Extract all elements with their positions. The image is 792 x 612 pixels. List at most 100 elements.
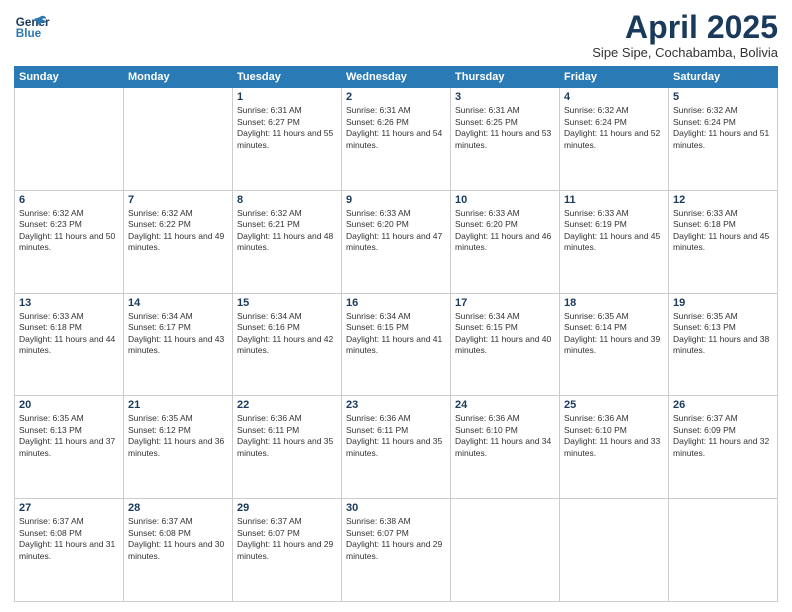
day-number: 14 [128,297,228,309]
day-number: 7 [128,194,228,206]
day-cell: 23 Sunrise: 6:36 AM Sunset: 6:11 PM Dayli… [342,396,451,499]
day-number: 3 [455,91,555,103]
day-cell: 15 Sunrise: 6:34 AM Sunset: 6:16 PM Dayli… [233,293,342,396]
day-cell [669,499,778,602]
day-number: 28 [128,502,228,514]
day-cell: 21Sunrise: 6:35 AM Sunset: 6:12 PM Dayli… [124,396,233,499]
day-cell: 25Sunrise: 6:36 AM Sunset: 6:10 PM Dayli… [560,396,669,499]
day-cell: 1 Sunrise: 6:31 AM Sunset: 6:27 PM Daylig… [233,88,342,191]
day-info: Sunrise: 6:35 AM Sunset: 6:13 PM Dayligh… [673,311,773,357]
day-cell: 17 Sunrise: 6:34 AM Sunset: 6:15 PM Dayli… [451,293,560,396]
day-cell: 29Sunrise: 6:37 AM Sunset: 6:07 PM Dayli… [233,499,342,602]
day-cell: 28Sunrise: 6:37 AM Sunset: 6:08 PM Dayli… [124,499,233,602]
day-info: Sunrise: 6:38 AM Sunset: 6:07 PM Dayligh… [346,516,446,562]
day-cell: 11 Sunrise: 6:33 AM Sunset: 6:19 PM Dayli… [560,190,669,293]
day-cell: 24 Sunrise: 6:36 AM Sunset: 6:10 PM Dayli… [451,396,560,499]
day-info: Sunrise: 6:34 AM Sunset: 6:15 PM Dayligh… [455,311,555,357]
day-number: 15 [237,297,337,309]
day-cell [560,499,669,602]
day-info: Sunrise: 6:31 AM Sunset: 6:26 PM Dayligh… [346,105,446,151]
col-sunday: Sunday [15,67,124,88]
day-info: Sunrise: 6:32 AM Sunset: 6:23 PM Dayligh… [19,208,119,254]
day-cell: 4 Sunrise: 6:32 AM Sunset: 6:24 PM Daylig… [560,88,669,191]
day-cell: 7 Sunrise: 6:32 AM Sunset: 6:22 PM Daylig… [124,190,233,293]
day-number: 22 [237,399,337,411]
day-info: Sunrise: 6:34 AM Sunset: 6:15 PM Dayligh… [346,311,446,357]
day-info: Sunrise: 6:33 AM Sunset: 6:18 PM Dayligh… [673,208,773,254]
day-cell: 10 Sunrise: 6:33 AM Sunset: 6:20 PM Dayli… [451,190,560,293]
day-number: 12 [673,194,773,206]
day-cell: 6 Sunrise: 6:32 AM Sunset: 6:23 PM Daylig… [15,190,124,293]
day-cell: 12 Sunrise: 6:33 AM Sunset: 6:18 PM Dayli… [669,190,778,293]
day-number: 23 [346,399,446,411]
day-number: 27 [19,502,119,514]
logo-icon: General Blue [14,10,50,46]
day-number: 11 [564,194,664,206]
calendar: Sunday Monday Tuesday Wednesday Thursday… [14,66,778,602]
day-info: Sunrise: 6:31 AM Sunset: 6:27 PM Dayligh… [237,105,337,151]
col-tuesday: Tuesday [233,67,342,88]
day-cell: 19 Sunrise: 6:35 AM Sunset: 6:13 PM Dayli… [669,293,778,396]
day-cell: 16 Sunrise: 6:34 AM Sunset: 6:15 PM Dayli… [342,293,451,396]
day-number: 29 [237,502,337,514]
day-number: 4 [564,91,664,103]
week-row-3: 13 Sunrise: 6:33 AM Sunset: 6:18 PM Dayli… [15,293,778,396]
day-number: 6 [19,194,119,206]
day-cell: 27Sunrise: 6:37 AM Sunset: 6:08 PM Dayli… [15,499,124,602]
day-number: 5 [673,91,773,103]
day-number: 17 [455,297,555,309]
day-number: 13 [19,297,119,309]
day-info: Sunrise: 6:34 AM Sunset: 6:17 PM Dayligh… [128,311,228,357]
day-info: Sunrise: 6:37 AM Sunset: 6:09 PM Dayligh… [673,413,773,459]
day-number: 26 [673,399,773,411]
day-info: Sunrise: 6:33 AM Sunset: 6:19 PM Dayligh… [564,208,664,254]
day-number: 10 [455,194,555,206]
week-row-2: 6 Sunrise: 6:32 AM Sunset: 6:23 PM Daylig… [15,190,778,293]
day-cell: 3 Sunrise: 6:31 AM Sunset: 6:25 PM Daylig… [451,88,560,191]
day-cell: 20 Sunrise: 6:35 AM Sunset: 6:13 PM Dayli… [15,396,124,499]
day-cell: 9Sunrise: 6:33 AM Sunset: 6:20 PM Daylig… [342,190,451,293]
week-row-1: 1 Sunrise: 6:31 AM Sunset: 6:27 PM Daylig… [15,88,778,191]
day-cell: 14 Sunrise: 6:34 AM Sunset: 6:17 PM Dayli… [124,293,233,396]
subtitle: Sipe Sipe, Cochabamba, Bolivia [592,45,778,60]
day-info: Sunrise: 6:36 AM Sunset: 6:11 PM Dayligh… [237,413,337,459]
day-cell [451,499,560,602]
week-row-5: 27Sunrise: 6:37 AM Sunset: 6:08 PM Dayli… [15,499,778,602]
day-cell: 18Sunrise: 6:35 AM Sunset: 6:14 PM Dayli… [560,293,669,396]
col-friday: Friday [560,67,669,88]
day-number: 24 [455,399,555,411]
day-number: 8 [237,194,337,206]
day-info: Sunrise: 6:34 AM Sunset: 6:16 PM Dayligh… [237,311,337,357]
day-number: 9 [346,194,446,206]
day-info: Sunrise: 6:31 AM Sunset: 6:25 PM Dayligh… [455,105,555,151]
day-number: 25 [564,399,664,411]
day-info: Sunrise: 6:36 AM Sunset: 6:11 PM Dayligh… [346,413,446,459]
day-cell [124,88,233,191]
day-cell: 2Sunrise: 6:31 AM Sunset: 6:26 PM Daylig… [342,88,451,191]
col-thursday: Thursday [451,67,560,88]
day-info: Sunrise: 6:33 AM Sunset: 6:20 PM Dayligh… [455,208,555,254]
day-info: Sunrise: 6:35 AM Sunset: 6:12 PM Dayligh… [128,413,228,459]
day-number: 30 [346,502,446,514]
day-info: Sunrise: 6:33 AM Sunset: 6:18 PM Dayligh… [19,311,119,357]
day-info: Sunrise: 6:32 AM Sunset: 6:24 PM Dayligh… [564,105,664,151]
day-number: 18 [564,297,664,309]
week-row-4: 20 Sunrise: 6:35 AM Sunset: 6:13 PM Dayli… [15,396,778,499]
day-info: Sunrise: 6:32 AM Sunset: 6:21 PM Dayligh… [237,208,337,254]
day-info: Sunrise: 6:32 AM Sunset: 6:24 PM Dayligh… [673,105,773,151]
day-number: 1 [237,91,337,103]
day-number: 19 [673,297,773,309]
day-number: 20 [19,399,119,411]
day-number: 16 [346,297,446,309]
day-info: Sunrise: 6:32 AM Sunset: 6:22 PM Dayligh… [128,208,228,254]
day-cell: 5 Sunrise: 6:32 AM Sunset: 6:24 PM Daylig… [669,88,778,191]
day-info: Sunrise: 6:35 AM Sunset: 6:13 PM Dayligh… [19,413,119,459]
day-cell: 30 Sunrise: 6:38 AM Sunset: 6:07 PM Dayli… [342,499,451,602]
day-info: Sunrise: 6:36 AM Sunset: 6:10 PM Dayligh… [455,413,555,459]
day-cell: 22 Sunrise: 6:36 AM Sunset: 6:11 PM Dayli… [233,396,342,499]
day-cell: 26 Sunrise: 6:37 AM Sunset: 6:09 PM Dayli… [669,396,778,499]
header-row: Sunday Monday Tuesday Wednesday Thursday… [15,67,778,88]
col-monday: Monday [124,67,233,88]
day-cell [15,88,124,191]
col-wednesday: Wednesday [342,67,451,88]
